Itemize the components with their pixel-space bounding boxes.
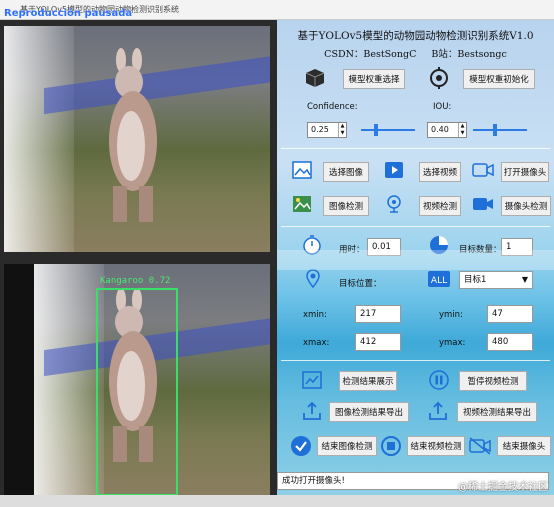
confidence-slider-handle[interactable] (373, 124, 378, 136)
detection-bounding-box (96, 288, 178, 496)
end-image-detect-button[interactable]: 结束图像检测 (317, 436, 377, 456)
divider (281, 148, 550, 149)
confidence-spinbox[interactable]: 0.25 ▲ ▼ (307, 122, 347, 138)
check-circle-icon (289, 434, 313, 458)
ymax-field[interactable]: 480 (487, 333, 533, 351)
xmin-field[interactable]: 217 (355, 305, 401, 323)
location-pin-icon (303, 268, 323, 290)
model-weight-select-button[interactable]: 模型权重选择 (343, 69, 405, 89)
export-image-results-button[interactable]: 图像检测结果导出 (329, 402, 409, 422)
panel-credits: CSDN：BestSongC B站：Bestsongc (277, 46, 554, 60)
panel-title: 基于YOLOv5模型的动物园动物检测识别系统V1.0 (297, 30, 534, 42)
video-play-icon (383, 160, 405, 180)
divider (281, 360, 550, 361)
camera-filled-icon (471, 194, 495, 214)
time-label: 用时： (339, 245, 365, 255)
iou-spinbox[interactable]: 0.40 ▲ ▼ (427, 122, 467, 138)
ymin-field[interactable]: 47 (487, 305, 533, 323)
image-icon (291, 160, 313, 180)
model-weight-init-button[interactable]: 模型权重初始化 (463, 69, 535, 89)
iou-slider-handle[interactable] (493, 124, 497, 136)
count-label: 目标数量： (459, 245, 502, 255)
window-bottom-border (0, 495, 554, 507)
show-results-button[interactable]: 检测结果展示 (339, 371, 397, 391)
kangaroo-image (109, 48, 157, 222)
image-detect-button[interactable]: 图像检测 (323, 196, 369, 216)
ymin-label: ymin: (439, 310, 463, 320)
pause-icon (427, 368, 451, 392)
timer-icon (301, 234, 323, 256)
detection-video-frame: Kangaroo 0.72 (4, 264, 270, 496)
confidence-label: Confidence: (307, 102, 358, 112)
divider (281, 226, 550, 227)
pie-chart-icon (427, 234, 451, 256)
camera-detect-button[interactable]: 摄像头检测 (501, 196, 551, 216)
csdn-credit: CSDN：BestSongC (324, 49, 417, 60)
target-list-icon: ALL (427, 270, 451, 288)
position-label: 目标位置： (339, 279, 382, 289)
select-video-button[interactable]: 选择视频 (419, 162, 461, 182)
chart-line-icon (301, 370, 323, 390)
export-video-results-button[interactable]: 视频检测结果导出 (457, 402, 537, 422)
playback-status-overlay: Reproducción pausada (4, 8, 133, 19)
iou-label: IOU: (433, 102, 452, 112)
video-panel: Kangaroo 0.72 (0, 20, 277, 496)
xmin-label: xmin: (303, 310, 327, 320)
webcam-icon (383, 193, 405, 215)
xmax-label: xmax: (303, 338, 330, 348)
watermark: @稀土掘金技术社区 (458, 482, 548, 493)
count-field[interactable]: 1 (501, 238, 533, 256)
stop-circle-icon (379, 434, 403, 458)
svg-text:ALL: ALL (431, 276, 447, 286)
iou-slider[interactable] (473, 124, 527, 136)
control-panel: 基于YOLOv5模型的动物园动物检测识别系统V1.0 CSDN：BestSong… (277, 20, 554, 495)
camera-outline-icon (471, 160, 495, 180)
open-camera-button[interactable]: 打开摄像头 (501, 162, 549, 182)
video-detect-button[interactable]: 视频检测 (419, 196, 461, 216)
detection-label: Kangaroo 0.72 (100, 276, 171, 286)
ymax-label: ymax: (439, 338, 466, 348)
target-select[interactable]: 目标1 ▼ (459, 271, 533, 289)
select-image-button[interactable]: 选择图像 (323, 162, 369, 182)
cube-icon (303, 66, 327, 90)
source-video-frame (4, 26, 270, 252)
confidence-slider[interactable] (361, 124, 415, 136)
end-camera-button[interactable]: 结束摄像头 (497, 436, 551, 456)
xmax-field[interactable]: 412 (355, 333, 401, 351)
image-detect-icon (291, 194, 313, 214)
export-icon (301, 400, 323, 422)
pause-video-button[interactable]: 暂停视频检测 (459, 371, 527, 391)
chevron-down-icon: ▼ (521, 275, 528, 284)
export-icon (427, 400, 449, 422)
target-icon (427, 66, 451, 90)
time-field[interactable]: 0.01 (367, 238, 401, 256)
end-video-detect-button[interactable]: 结束视频检测 (407, 436, 465, 456)
bilibili-credit: B站：Bestsongc (431, 49, 507, 60)
camera-off-icon (467, 434, 493, 458)
